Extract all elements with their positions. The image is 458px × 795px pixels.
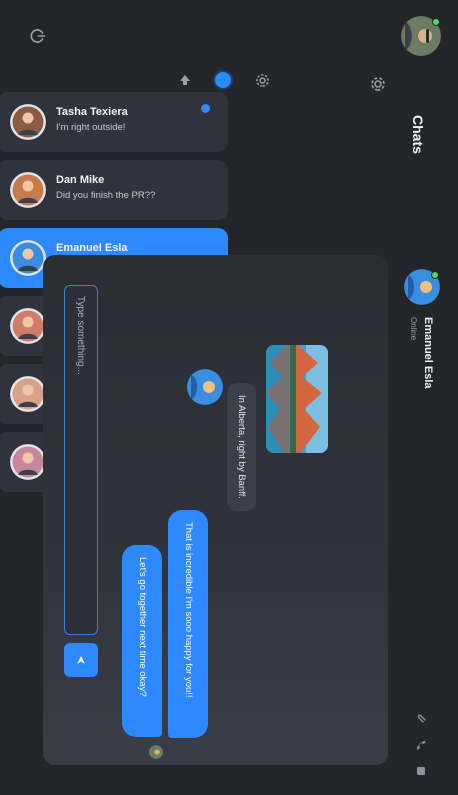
phone-icon[interactable] — [410, 739, 428, 751]
outgoing-message: That is incredible I'm sooo happy for yo… — [168, 510, 208, 738]
outgoing-message: Let's go together next time okay? — [122, 545, 162, 737]
chat-name: Tasha Texiera — [56, 106, 128, 118]
chat-name: Emanuel Esla — [56, 242, 128, 254]
settings-icon[interactable] — [368, 74, 388, 94]
conversation-area: In Alberta, right by Banff. That is incr… — [43, 255, 388, 765]
chat-name: Dan Mike — [56, 174, 105, 186]
back-icon[interactable] — [175, 70, 195, 90]
current-user-avatar[interactable] — [401, 16, 441, 56]
contact-avatar — [10, 172, 46, 208]
contact-avatar — [10, 240, 46, 276]
icon-rail — [0, 0, 458, 91]
shared-image[interactable] — [266, 345, 328, 453]
chat-preview: Did you finish the PR?? — [56, 190, 156, 201]
menu-icon[interactable] — [410, 765, 428, 777]
contact-avatar[interactable] — [404, 269, 440, 305]
message-input[interactable] — [65, 286, 97, 634]
contact-avatar — [10, 308, 46, 344]
message-composer[interactable] — [64, 285, 98, 635]
notification-icon[interactable] — [213, 70, 233, 90]
contact-avatar — [10, 444, 46, 480]
seen-avatar — [149, 745, 163, 759]
incoming-message: In Alberta, right by Banff. — [227, 383, 256, 511]
attachment-icon[interactable] — [410, 713, 428, 725]
contact-avatar — [10, 376, 46, 412]
send-icon — [77, 656, 85, 664]
conversation-header: Emanuel Esla Online — [388, 269, 458, 795]
contact-status: Online — [409, 317, 418, 341]
incoming-avatar — [187, 369, 223, 405]
chat-card[interactable]: Tasha Texiera I'm right outside! — [0, 92, 228, 152]
chats-title: Chats — [410, 115, 426, 154]
power-icon[interactable] — [28, 26, 48, 46]
chat-card[interactable]: Dan Mike Did you finish the PR?? — [0, 160, 228, 220]
chat-preview: I'm right outside! — [56, 122, 126, 133]
gear-icon[interactable] — [253, 70, 273, 90]
contact-name: Emanuel Esla — [422, 317, 434, 389]
contact-avatar — [10, 104, 46, 140]
send-button[interactable] — [64, 643, 98, 677]
unread-indicator — [201, 104, 210, 113]
header-actions — [410, 713, 428, 777]
